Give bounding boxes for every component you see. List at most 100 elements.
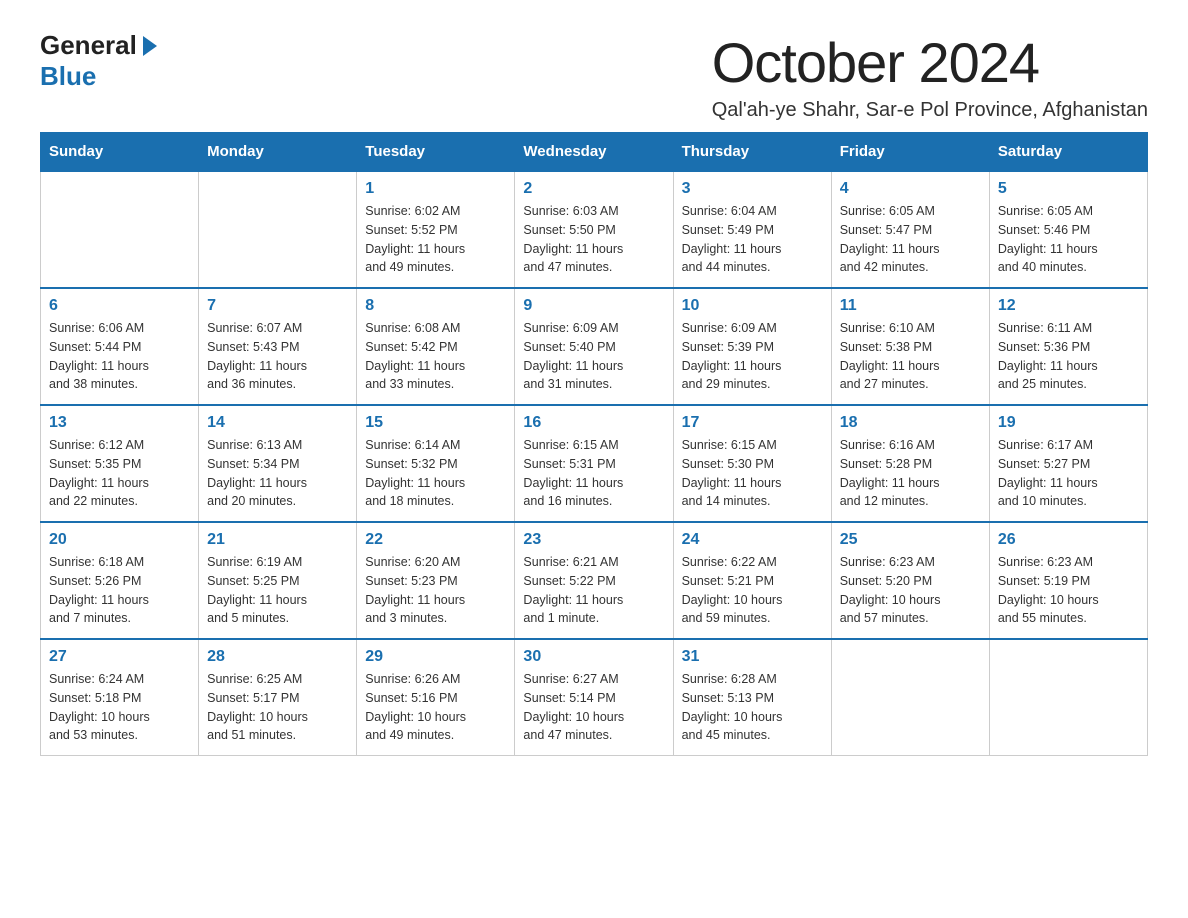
- day-info: Sunrise: 6:24 AMSunset: 5:18 PMDaylight:…: [49, 670, 190, 745]
- calendar-header-monday: Monday: [199, 133, 357, 172]
- day-number: 8: [365, 297, 506, 315]
- day-info: Sunrise: 6:06 AMSunset: 5:44 PMDaylight:…: [49, 319, 190, 394]
- day-info: Sunrise: 6:04 AMSunset: 5:49 PMDaylight:…: [682, 202, 823, 277]
- calendar-cell: 10 Sunrise: 6:09 AMSunset: 5:39 PMDayligh…: [673, 288, 831, 405]
- day-number: 19: [998, 414, 1139, 432]
- calendar-week-row: 13 Sunrise: 6:12 AMSunset: 5:35 PMDayligh…: [41, 405, 1148, 522]
- calendar-cell: 9 Sunrise: 6:09 AMSunset: 5:40 PMDaylight…: [515, 288, 673, 405]
- day-number: 12: [998, 297, 1139, 315]
- day-number: 11: [840, 297, 981, 315]
- calendar-table: SundayMondayTuesdayWednesdayThursdayFrid…: [40, 132, 1148, 756]
- calendar-cell: [199, 171, 357, 288]
- calendar-cell: 3 Sunrise: 6:04 AMSunset: 5:49 PMDaylight…: [673, 171, 831, 288]
- day-number: 7: [207, 297, 348, 315]
- day-number: 28: [207, 648, 348, 666]
- day-number: 24: [682, 531, 823, 549]
- calendar-header-friday: Friday: [831, 133, 989, 172]
- day-info: Sunrise: 6:11 AMSunset: 5:36 PMDaylight:…: [998, 319, 1139, 394]
- calendar-cell: [831, 639, 989, 756]
- calendar-cell: 13 Sunrise: 6:12 AMSunset: 5:35 PMDayligh…: [41, 405, 199, 522]
- calendar-cell: 11 Sunrise: 6:10 AMSunset: 5:38 PMDayligh…: [831, 288, 989, 405]
- day-info: Sunrise: 6:15 AMSunset: 5:30 PMDaylight:…: [682, 436, 823, 511]
- calendar-cell: 7Sunrise: 6:07 AMSunset: 5:43 PMDaylight…: [199, 288, 357, 405]
- day-number: 5: [998, 180, 1139, 198]
- day-info: Sunrise: 6:17 AMSunset: 5:27 PMDaylight:…: [998, 436, 1139, 511]
- day-number: 6: [49, 297, 190, 315]
- day-number: 25: [840, 531, 981, 549]
- calendar-cell: 14 Sunrise: 6:13 AMSunset: 5:34 PMDayligh…: [199, 405, 357, 522]
- title-area: October 2024 Qal'ah-ye Shahr, Sar-e Pol …: [712, 30, 1148, 122]
- calendar-cell: 24 Sunrise: 6:22 AMSunset: 5:21 PMDayligh…: [673, 522, 831, 639]
- day-info: Sunrise: 6:26 AMSunset: 5:16 PMDaylight:…: [365, 670, 506, 745]
- day-info: Sunrise: 6:12 AMSunset: 5:35 PMDaylight:…: [49, 436, 190, 511]
- day-number: 29: [365, 648, 506, 666]
- day-number: 10: [682, 297, 823, 315]
- day-number: 21: [207, 531, 348, 549]
- month-title: October 2024: [712, 30, 1148, 95]
- day-info: Sunrise: 6:21 AMSunset: 5:22 PMDaylight:…: [523, 553, 664, 628]
- calendar-week-row: 27Sunrise: 6:24 AMSunset: 5:18 PMDayligh…: [41, 639, 1148, 756]
- calendar-cell: 15 Sunrise: 6:14 AMSunset: 5:32 PMDayligh…: [357, 405, 515, 522]
- day-number: 16: [523, 414, 664, 432]
- day-info: Sunrise: 6:18 AMSunset: 5:26 PMDaylight:…: [49, 553, 190, 628]
- day-info: Sunrise: 6:05 AMSunset: 5:47 PMDaylight:…: [840, 202, 981, 277]
- calendar-header-sunday: Sunday: [41, 133, 199, 172]
- day-info: Sunrise: 6:16 AMSunset: 5:28 PMDaylight:…: [840, 436, 981, 511]
- day-number: 31: [682, 648, 823, 666]
- calendar-header-saturday: Saturday: [989, 133, 1147, 172]
- day-info: Sunrise: 6:02 AMSunset: 5:52 PMDaylight:…: [365, 202, 506, 277]
- calendar-cell: 26 Sunrise: 6:23 AMSunset: 5:19 PMDayligh…: [989, 522, 1147, 639]
- day-number: 20: [49, 531, 190, 549]
- calendar-cell: 19 Sunrise: 6:17 AMSunset: 5:27 PMDayligh…: [989, 405, 1147, 522]
- calendar-cell: 1Sunrise: 6:02 AMSunset: 5:52 PMDaylight…: [357, 171, 515, 288]
- day-info: Sunrise: 6:15 AMSunset: 5:31 PMDaylight:…: [523, 436, 664, 511]
- day-number: 30: [523, 648, 664, 666]
- calendar-cell: [41, 171, 199, 288]
- logo: General Blue: [40, 30, 157, 92]
- calendar-header-row: SundayMondayTuesdayWednesdayThursdayFrid…: [41, 133, 1148, 172]
- day-info: Sunrise: 6:05 AMSunset: 5:46 PMDaylight:…: [998, 202, 1139, 277]
- calendar-cell: 25 Sunrise: 6:23 AMSunset: 5:20 PMDayligh…: [831, 522, 989, 639]
- calendar-cell: 31 Sunrise: 6:28 AMSunset: 5:13 PMDayligh…: [673, 639, 831, 756]
- day-info: Sunrise: 6:13 AMSunset: 5:34 PMDaylight:…: [207, 436, 348, 511]
- page-header: General Blue October 2024 Qal'ah-ye Shah…: [40, 30, 1148, 122]
- calendar-cell: [989, 639, 1147, 756]
- calendar-cell: 12 Sunrise: 6:11 AMSunset: 5:36 PMDayligh…: [989, 288, 1147, 405]
- calendar-cell: 20 Sunrise: 6:18 AMSunset: 5:26 PMDayligh…: [41, 522, 199, 639]
- day-number: 14: [207, 414, 348, 432]
- day-info: Sunrise: 6:23 AMSunset: 5:19 PMDaylight:…: [998, 553, 1139, 628]
- day-info: Sunrise: 6:14 AMSunset: 5:32 PMDaylight:…: [365, 436, 506, 511]
- calendar-cell: 16 Sunrise: 6:15 AMSunset: 5:31 PMDayligh…: [515, 405, 673, 522]
- calendar-cell: 2Sunrise: 6:03 AMSunset: 5:50 PMDaylight…: [515, 171, 673, 288]
- logo-general-text: General: [40, 30, 137, 61]
- day-number: 26: [998, 531, 1139, 549]
- calendar-cell: 27Sunrise: 6:24 AMSunset: 5:18 PMDayligh…: [41, 639, 199, 756]
- day-number: 15: [365, 414, 506, 432]
- day-info: Sunrise: 6:28 AMSunset: 5:13 PMDaylight:…: [682, 670, 823, 745]
- day-number: 13: [49, 414, 190, 432]
- calendar-week-row: 6 Sunrise: 6:06 AMSunset: 5:44 PMDaylight…: [41, 288, 1148, 405]
- calendar-header-thursday: Thursday: [673, 133, 831, 172]
- day-info: Sunrise: 6:19 AMSunset: 5:25 PMDaylight:…: [207, 553, 348, 628]
- day-info: Sunrise: 6:22 AMSunset: 5:21 PMDaylight:…: [682, 553, 823, 628]
- day-number: 3: [682, 180, 823, 198]
- day-info: Sunrise: 6:23 AMSunset: 5:20 PMDaylight:…: [840, 553, 981, 628]
- day-info: Sunrise: 6:25 AMSunset: 5:17 PMDaylight:…: [207, 670, 348, 745]
- calendar-cell: 22Sunrise: 6:20 AMSunset: 5:23 PMDayligh…: [357, 522, 515, 639]
- day-info: Sunrise: 6:10 AMSunset: 5:38 PMDaylight:…: [840, 319, 981, 394]
- calendar-header-tuesday: Tuesday: [357, 133, 515, 172]
- calendar-cell: 29 Sunrise: 6:26 AMSunset: 5:16 PMDayligh…: [357, 639, 515, 756]
- logo-triangle-icon: [143, 36, 157, 56]
- day-info: Sunrise: 6:08 AMSunset: 5:42 PMDaylight:…: [365, 319, 506, 394]
- day-info: Sunrise: 6:09 AMSunset: 5:39 PMDaylight:…: [682, 319, 823, 394]
- calendar-week-row: 20 Sunrise: 6:18 AMSunset: 5:26 PMDayligh…: [41, 522, 1148, 639]
- location-subtitle: Qal'ah-ye Shahr, Sar-e Pol Province, Afg…: [712, 99, 1148, 122]
- day-info: Sunrise: 6:09 AMSunset: 5:40 PMDaylight:…: [523, 319, 664, 394]
- day-info: Sunrise: 6:27 AMSunset: 5:14 PMDaylight:…: [523, 670, 664, 745]
- calendar-cell: 21 Sunrise: 6:19 AMSunset: 5:25 PMDayligh…: [199, 522, 357, 639]
- calendar-cell: 28 Sunrise: 6:25 AMSunset: 5:17 PMDayligh…: [199, 639, 357, 756]
- day-info: Sunrise: 6:20 AMSunset: 5:23 PMDaylight:…: [365, 553, 506, 628]
- day-number: 2: [523, 180, 664, 198]
- calendar-week-row: 1Sunrise: 6:02 AMSunset: 5:52 PMDaylight…: [41, 171, 1148, 288]
- day-number: 9: [523, 297, 664, 315]
